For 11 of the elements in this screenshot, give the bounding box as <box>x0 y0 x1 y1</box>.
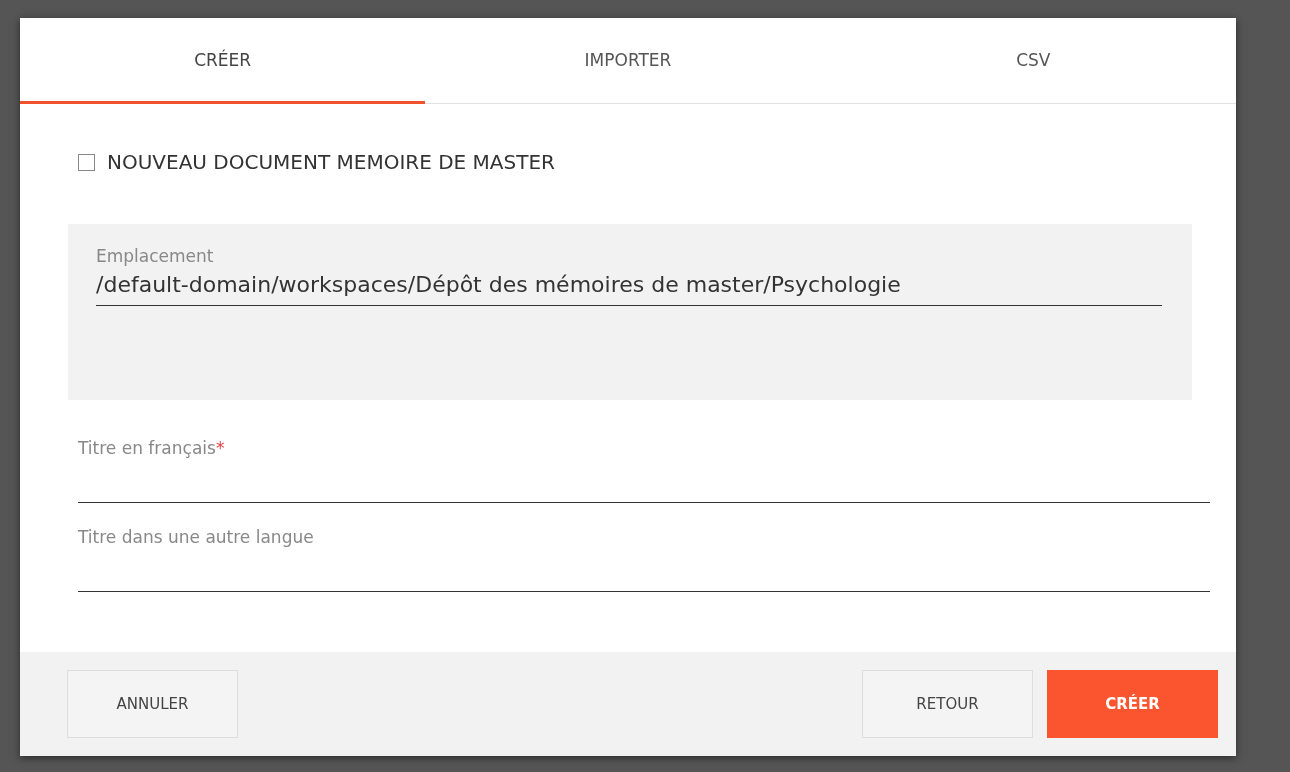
checkbox-label: NOUVEAU DOCUMENT MEMOIRE DE MASTER <box>107 150 555 174</box>
field-label: Titre en français* <box>78 438 225 458</box>
location-field[interactable]: /default-domain/workspaces/Dépôt des mémoires de master/Psychologie <box>96 266 1162 306</box>
field-label: Emplacement <box>96 246 215 266</box>
button[interactable]: ANNULER <box>67 670 238 738</box>
button[interactable]: RETOUR <box>862 670 1033 738</box>
field-label: Titre dans une autre langue <box>78 527 314 547</box>
tab[interactable]: CRÉER <box>20 18 426 104</box>
tab[interactable]: CSV <box>830 18 1236 104</box>
checkbox[interactable] <box>78 153 95 171</box>
tab[interactable]: IMPORTER <box>425 18 831 104</box>
